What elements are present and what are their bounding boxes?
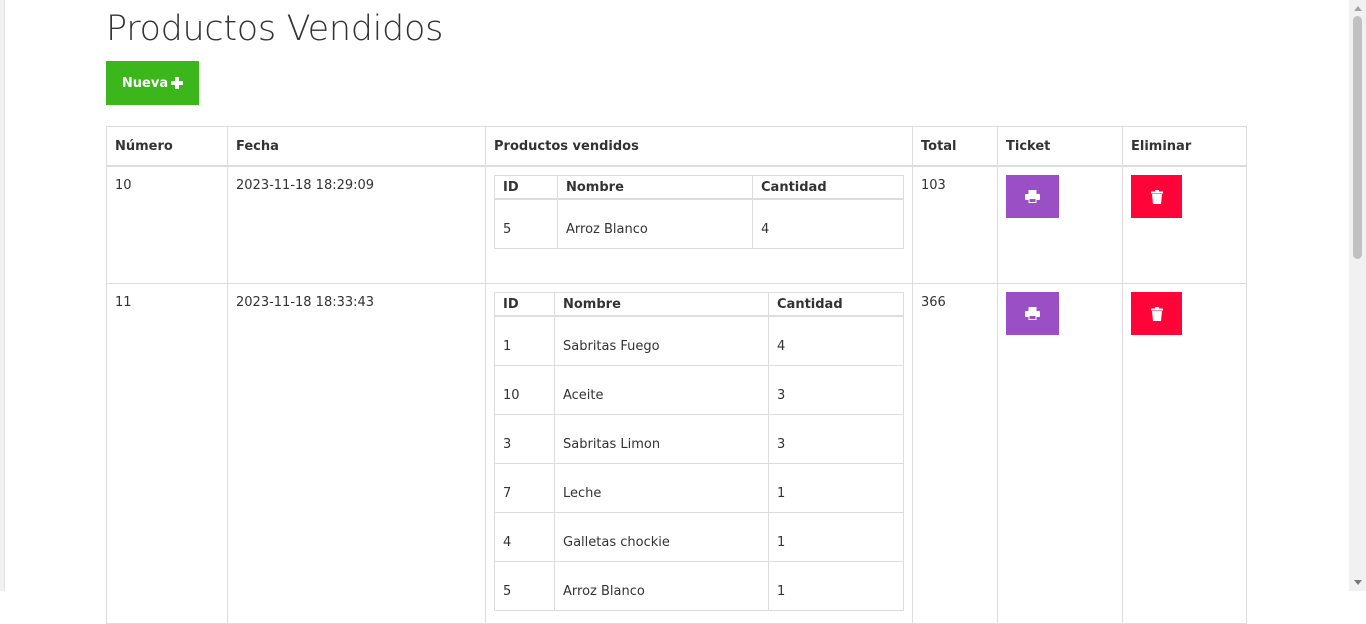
print-ticket-button[interactable] bbox=[1006, 292, 1059, 335]
new-button-label: Nueva bbox=[121, 75, 169, 91]
product-id: 4 bbox=[494, 512, 555, 562]
cell-eliminar bbox=[1122, 165, 1247, 284]
product-id: 10 bbox=[494, 365, 555, 415]
header-ticket: Ticket bbox=[997, 126, 1123, 167]
cell-total: 366 bbox=[912, 283, 998, 624]
cell-numero: 10 bbox=[106, 165, 228, 284]
cell-numero: 11 bbox=[106, 283, 228, 624]
subtable-row: 1 Sabritas Fuego 4 bbox=[494, 315, 904, 366]
print-icon bbox=[1025, 307, 1040, 320]
subheader-nombre: Nombre bbox=[557, 175, 753, 200]
cell-fecha: 2023-11-18 18:29:09 bbox=[227, 165, 486, 284]
product-name: Sabritas Fuego bbox=[554, 315, 769, 366]
subheader-cantidad: Cantidad bbox=[768, 292, 904, 317]
product-quantity: 3 bbox=[768, 414, 904, 464]
subtable-header-row: ID Nombre Cantidad bbox=[494, 292, 904, 317]
subheader-cantidad: Cantidad bbox=[752, 175, 904, 200]
product-quantity: 4 bbox=[768, 315, 904, 366]
product-name: Arroz Blanco bbox=[557, 198, 753, 249]
product-quantity: 3 bbox=[768, 365, 904, 415]
scrollbar-thumb[interactable] bbox=[1353, 16, 1362, 259]
product-id: 5 bbox=[494, 198, 558, 249]
product-id: 1 bbox=[494, 315, 555, 366]
subtable-row: 10 Aceite 3 bbox=[494, 365, 904, 415]
trash-icon bbox=[1150, 306, 1163, 321]
subheader-id: ID bbox=[494, 292, 555, 317]
header-fecha: Fecha bbox=[227, 126, 486, 167]
subtable-header-row: ID Nombre Cantidad bbox=[494, 175, 904, 200]
subtable-row: 5 Arroz Blanco 1 bbox=[494, 561, 904, 611]
product-name: Galletas chockie bbox=[554, 512, 769, 562]
scroll-up-arrow-icon[interactable] bbox=[1354, 6, 1362, 11]
print-icon bbox=[1025, 190, 1040, 203]
delete-sale-button[interactable] bbox=[1131, 292, 1182, 335]
product-quantity: 4 bbox=[752, 198, 904, 249]
products-subtable: ID Nombre Cantidad 1 Sabritas Fuego 4 10… bbox=[494, 292, 904, 611]
product-id: 3 bbox=[494, 414, 555, 464]
product-name: Leche bbox=[554, 463, 769, 513]
product-name: Arroz Blanco bbox=[554, 561, 769, 611]
subtable-row: 4 Galletas chockie 1 bbox=[494, 512, 904, 562]
product-id: 7 bbox=[494, 463, 555, 513]
subheader-id: ID bbox=[494, 175, 558, 200]
plus-icon bbox=[171, 77, 184, 89]
page-title: Productos Vendidos bbox=[106, 9, 444, 49]
table-header-row: Número Fecha Productos vendidos Total Ti… bbox=[106, 126, 1247, 167]
product-name: Sabritas Limon bbox=[554, 414, 769, 464]
vertical-scrollbar[interactable] bbox=[1349, 0, 1366, 591]
trash-icon bbox=[1150, 189, 1163, 204]
products-subtable: ID Nombre Cantidad 5 Arroz Blanco 4 bbox=[494, 175, 904, 249]
table-row: 10 2023-11-18 18:29:09 ID Nombre Cantida… bbox=[106, 165, 1247, 284]
product-quantity: 1 bbox=[768, 512, 904, 562]
product-quantity: 1 bbox=[768, 463, 904, 513]
new-sale-button[interactable]: Nueva bbox=[106, 61, 199, 105]
product-quantity: 1 bbox=[768, 561, 904, 611]
cell-ticket bbox=[997, 165, 1123, 284]
scroll-down-arrow-icon[interactable] bbox=[1354, 580, 1362, 585]
cell-total: 103 bbox=[912, 165, 998, 284]
cell-fecha: 2023-11-18 18:33:43 bbox=[227, 283, 486, 624]
product-id: 5 bbox=[494, 561, 555, 611]
cell-productos: ID Nombre Cantidad 5 Arroz Blanco 4 bbox=[485, 165, 913, 284]
subtable-row: 7 Leche 1 bbox=[494, 463, 904, 513]
subheader-nombre: Nombre bbox=[554, 292, 769, 317]
product-name: Aceite bbox=[554, 365, 769, 415]
print-ticket-button[interactable] bbox=[1006, 175, 1059, 218]
header-eliminar: Eliminar bbox=[1122, 126, 1247, 167]
header-numero: Número bbox=[106, 126, 228, 167]
subtable-row: 3 Sabritas Limon 3 bbox=[494, 414, 904, 464]
delete-sale-button[interactable] bbox=[1131, 175, 1182, 218]
sales-table: Número Fecha Productos vendidos Total Ti… bbox=[106, 126, 1247, 624]
header-total: Total bbox=[912, 126, 998, 167]
cell-eliminar bbox=[1122, 283, 1247, 624]
table-row: 11 2023-11-18 18:33:43 ID Nombre Cantida… bbox=[106, 283, 1247, 624]
cell-ticket bbox=[997, 283, 1123, 624]
header-productos: Productos vendidos bbox=[485, 126, 913, 167]
cell-productos: ID Nombre Cantidad 1 Sabritas Fuego 4 10… bbox=[485, 283, 913, 624]
window-left-edge bbox=[0, 0, 5, 591]
subtable-row: 5 Arroz Blanco 4 bbox=[494, 198, 904, 249]
